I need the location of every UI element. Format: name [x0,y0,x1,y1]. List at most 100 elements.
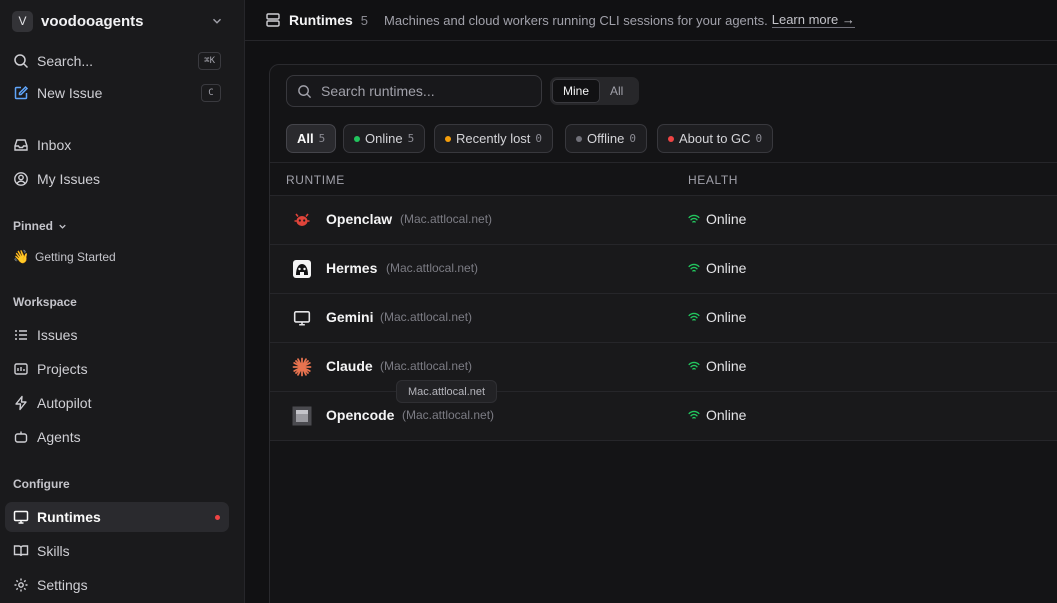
health-status: Online [688,407,746,423]
column-header-runtime[interactable]: RUNTIME [286,173,345,187]
sidebar: V voodooagents Search... ⌘K New Issue C … [0,0,245,603]
wifi-icon [688,312,700,321]
sidebar-item-skills[interactable]: Skills [5,536,229,566]
runtime-name: Opencode [326,407,395,423]
table-row[interactable]: Openclaw (Mac.attlocal.net) Online [270,196,1057,245]
search-icon [298,84,312,98]
configure-section-label: Configure [13,477,70,491]
health-label: Online [706,309,747,325]
new-issue-icon [13,85,29,101]
filter-chip-about-to-gc[interactable]: About to GC 0 [657,124,774,153]
health-status: Online [688,309,746,325]
inbox-icon [13,137,29,153]
runtime-host: (Mac.attlocal.net) [380,310,473,324]
search-box[interactable] [286,75,542,107]
filter-count: 0 [629,132,636,145]
sidebar-item-inbox[interactable]: Inbox [5,130,229,160]
scope-mine-button[interactable]: Mine [552,79,601,103]
runtime-count: 5 [360,12,369,28]
filter-chip-online[interactable]: Online 5 [343,124,426,153]
health-status: Online [688,260,746,276]
filter-count: 5 [318,132,326,145]
pinned-section-toggle[interactable]: Pinned [13,219,68,233]
workspace-switcher[interactable]: V voodooagents [12,9,224,33]
user-circle-icon [13,171,29,187]
runtime-host: (Mac.attlocal.net) [380,359,473,373]
workspace-name: voodooagents [41,12,144,30]
wifi-icon [688,410,700,419]
new-issue-shortcut: C [201,84,221,102]
column-header-health[interactable]: HEALTH [688,173,738,187]
status-dot [445,135,451,142]
scope-toggle: Mine All [550,77,639,105]
openclaw-icon [292,210,312,230]
health-status: Online [688,358,746,374]
sidebar-item-label: My Issues [37,171,101,187]
sidebar-item-label: Issues [37,327,78,343]
search-input[interactable] [321,83,531,99]
scope-all-button[interactable]: All [600,79,633,103]
filter-label: About to GC [679,131,751,146]
notification-dot [215,515,220,520]
runtime-name: Openclaw [326,211,393,227]
sidebar-item-agents[interactable]: Agents [5,422,229,452]
runtime-name: Gemini [326,309,374,325]
sidebar-item-my-issues[interactable]: My Issues [5,164,229,194]
sidebar-item-projects[interactable]: Projects [5,354,229,384]
filter-count: 0 [755,132,763,145]
search-button[interactable]: Search... ⌘K [5,46,229,76]
filter-chip-all[interactable]: All 5 [286,124,337,153]
sidebar-item-label: Autopilot [37,395,92,411]
new-issue-button[interactable]: New Issue C [5,78,229,108]
list-icon [13,327,29,343]
pinned-item-label: Getting Started [35,250,116,264]
sidebar-item-label: Skills [37,543,70,559]
runtime-name: Hermes [326,260,378,276]
table-row[interactable]: Hermes (Mac.attlocal.net) Online [270,245,1057,294]
claude-icon [292,357,312,377]
folder-icon [13,361,29,377]
sidebar-item-label: Agents [37,429,81,445]
sidebar-item-issues[interactable]: Issues [5,320,229,350]
page-description: Machines and cloud workers running CLI s… [384,12,768,28]
zap-icon [13,395,29,411]
runtime-host: (Mac.attlocal.net) [386,261,479,275]
opencode-icon [292,406,312,426]
workspace-section-label: Workspace [13,295,77,309]
sidebar-item-settings[interactable]: Settings [5,570,229,600]
table-row[interactable]: Gemini (Mac.attlocal.net) Online [270,294,1057,343]
runtime-host: (Mac.attlocal.net) [400,212,493,226]
table-row[interactable]: Claude (Mac.attlocal.net) Online [270,343,1057,392]
pinned-label: Pinned [13,219,54,233]
wifi-icon [688,361,700,370]
page-title: Runtimes [289,12,353,28]
sidebar-item-label: Settings [37,577,88,593]
filter-count: 0 [535,132,543,145]
filter-label: Offline [587,131,625,146]
health-label: Online [706,260,747,276]
health-label: Online [706,358,747,374]
sidebar-item-label: Inbox [37,137,72,153]
server-icon [265,12,281,28]
runtime-host: (Mac.attlocal.net) [402,408,495,422]
sidebar-item-label: Projects [37,361,88,377]
table-row[interactable]: Opencode (Mac.attlocal.net) Online [270,392,1057,441]
filter-chip-offline[interactable]: Offline 0 [565,124,647,153]
status-dot [576,135,582,142]
host-tooltip: Mac.attlocal.net [396,380,498,403]
chevron-down-icon [213,18,221,24]
filter-label: Online [365,131,403,146]
status-dot [354,135,360,142]
wave-icon: 👋 [13,249,30,264]
health-label: Online [706,407,747,423]
monitor-icon [13,509,29,525]
hermes-icon [292,259,312,279]
filter-count: 5 [407,132,415,145]
sidebar-item-autopilot[interactable]: Autopilot [5,388,229,418]
page-header: Runtimes 5 Machines and cloud workers ru… [245,0,1057,41]
sidebar-item-runtimes[interactable]: Runtimes [5,502,229,532]
sidebar-item-label: Runtimes [37,509,101,525]
learn-more-link[interactable]: Learn more → [771,12,855,28]
filter-chip-recently-lost[interactable]: Recently lost 0 [434,124,554,153]
pinned-item-getting-started[interactable]: 👋 Getting Started [13,247,116,267]
